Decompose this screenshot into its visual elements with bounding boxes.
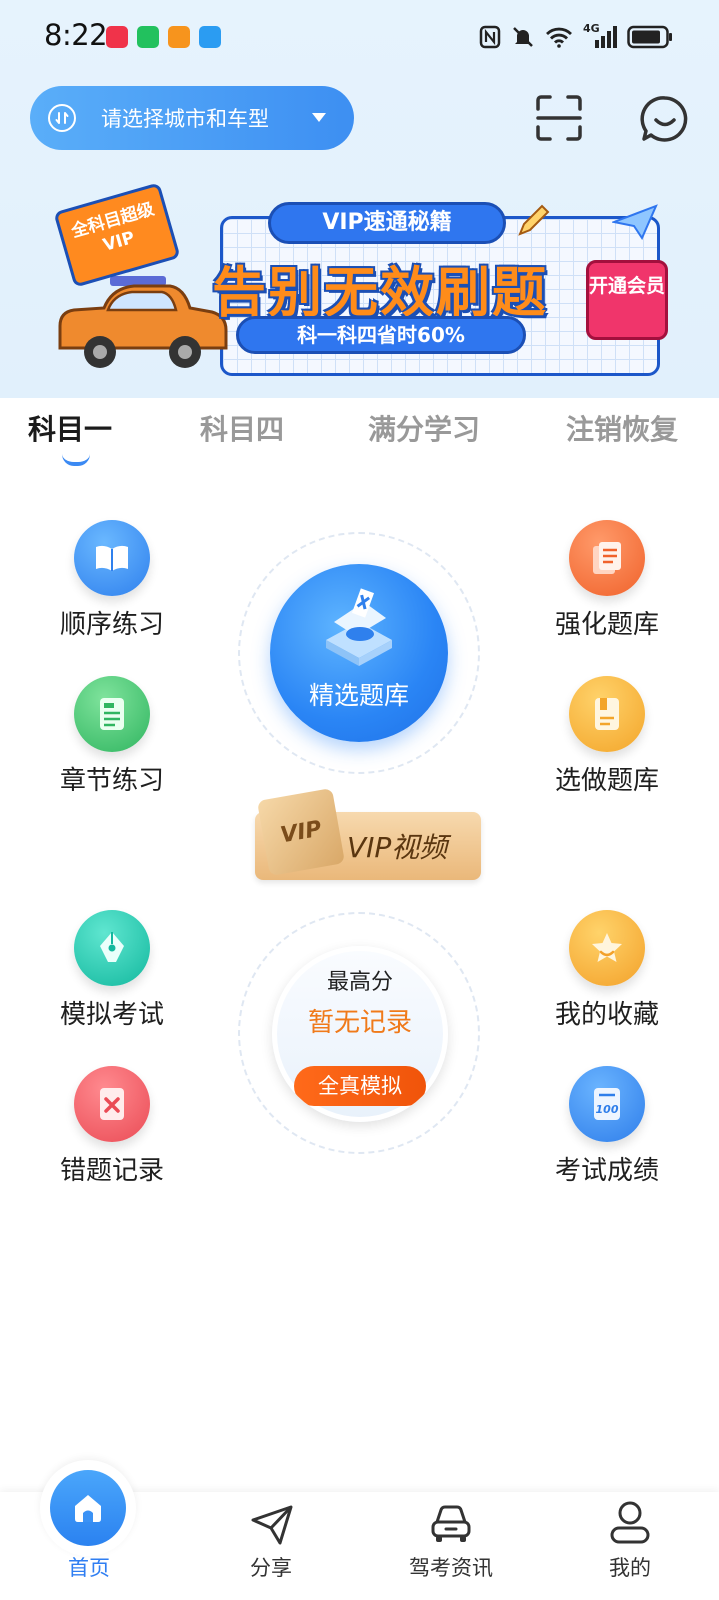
tab-subject-four[interactable]: 科目四	[200, 408, 284, 448]
tab-cancel-restore[interactable]: 注销恢复	[566, 408, 678, 448]
vip-video-label: VIP视频	[347, 831, 448, 864]
chat-icon	[640, 96, 688, 142]
selected-bank-label: 选做题库	[554, 766, 659, 796]
status-time: 8:22	[44, 18, 108, 52]
car-icon	[431, 1505, 471, 1542]
customer-service-button[interactable]	[640, 94, 690, 144]
full-simulation-button[interactable]: 全真模拟	[294, 1066, 426, 1106]
score-100-icon: 100	[569, 1066, 645, 1142]
my-favorites-label: 我的收藏	[554, 1000, 659, 1030]
exam-scores-button[interactable]: 100 考试成绩	[537, 1066, 677, 1187]
cellular-signal-icon: 4G	[583, 22, 617, 50]
city-vehicle-selector[interactable]: 请选择城市和车型	[30, 86, 354, 150]
tab-active-indicator	[62, 454, 90, 466]
star-icon	[569, 910, 645, 986]
huawei-app-icon	[106, 26, 128, 48]
scan-icon	[536, 95, 582, 141]
banner-headline: 告别无效刷题	[212, 261, 548, 324]
best-score-value: 暂无记录	[307, 1008, 412, 1038]
pencil-icon	[518, 204, 550, 236]
mock-exam-button[interactable]: 模拟考试	[42, 910, 182, 1031]
wrong-records-label: 错题记录	[59, 1156, 164, 1186]
scan-button[interactable]	[535, 94, 583, 142]
my-favorites-button[interactable]: 我的收藏	[537, 910, 677, 1031]
banner-subtitle-pill: 科一科四省时60%	[236, 316, 526, 354]
open-membership-button[interactable]: 开通会员	[586, 260, 668, 340]
home-icon	[50, 1470, 126, 1546]
nav-mine-label: 我的	[609, 1556, 651, 1580]
sequential-practice-button[interactable]: 顺序练习	[42, 520, 182, 641]
vip-video-badge-text: VIP	[278, 816, 324, 848]
paper-plane-icon	[251, 1505, 293, 1545]
intensive-bank-button[interactable]: 强化题库	[537, 520, 677, 641]
battery-icon	[627, 25, 672, 49]
paper-plane-icon	[612, 204, 658, 240]
intensive-bank-label: 强化题库	[554, 610, 659, 640]
nfc-icon	[479, 25, 501, 49]
chapter-practice-label: 章节练习	[59, 766, 164, 796]
mute-icon	[513, 27, 533, 47]
vip-promo-banner[interactable]: 全科目超级VIP VIP速通秘籍 告别无效刷题 科一科四省时60% 开通会员	[40, 182, 680, 382]
chapter-practice-button[interactable]: 章节练习	[42, 676, 182, 797]
sequential-practice-label: 顺序练习	[59, 610, 164, 640]
best-score-title: 最高分	[326, 970, 393, 995]
nav-share[interactable]: 分享	[206, 1492, 336, 1600]
user-icon	[610, 1501, 650, 1544]
nav-home-label: 首页	[68, 1556, 110, 1580]
nav-mine[interactable]: 我的	[565, 1492, 695, 1600]
wrong-icon	[74, 1066, 150, 1142]
switch-icon	[48, 104, 76, 132]
city-selector-label: 请选择城市和车型	[101, 107, 269, 131]
svg-text:100: 100	[596, 1103, 619, 1116]
system-icons: 4G	[479, 20, 673, 54]
nav-driving-news-label: 驾考资讯	[409, 1556, 493, 1580]
status-bar: 8:22 4G	[0, 0, 719, 76]
tab-subject-one[interactable]: 科目一	[28, 408, 112, 448]
home-button-bubble[interactable]	[40, 1460, 136, 1556]
featured-bank-label: 精选题库	[308, 681, 409, 710]
nav-driving-news[interactable]: 驾考资讯	[386, 1492, 516, 1600]
video-app-icon	[168, 26, 190, 48]
chevron-down-icon	[312, 113, 326, 122]
question-bank-icon	[326, 588, 392, 666]
folder-icon	[569, 676, 645, 752]
pen-icon	[74, 910, 150, 986]
selected-bank-button[interactable]: 选做题库	[537, 676, 677, 797]
wrong-records-button[interactable]: 错题记录	[42, 1066, 182, 1187]
tab-full-score-learning[interactable]: 满分学习	[368, 408, 480, 448]
vip-video-button[interactable]: VIP VIP视频	[255, 787, 481, 880]
mock-exam-label: 模拟考试	[59, 1000, 164, 1030]
exam-scores-label: 考试成绩	[554, 1156, 659, 1186]
notes-icon	[569, 520, 645, 596]
banner-title-pill: VIP速通秘籍	[268, 202, 506, 244]
vip-crown-icon: VIP	[256, 787, 346, 877]
featured-bank-button[interactable]: 精选题库	[270, 564, 448, 742]
search-app-icon	[199, 26, 221, 48]
nav-share-label: 分享	[250, 1556, 292, 1580]
book-icon	[74, 520, 150, 596]
document-icon	[74, 676, 150, 752]
subject-tabs: 科目一 科目四 满分学习 注销恢复	[0, 398, 719, 468]
wifi-icon	[546, 27, 572, 48]
best-score-panel: 最高分 暂无记录 全真模拟	[272, 946, 448, 1122]
wechat-icon	[137, 26, 159, 48]
